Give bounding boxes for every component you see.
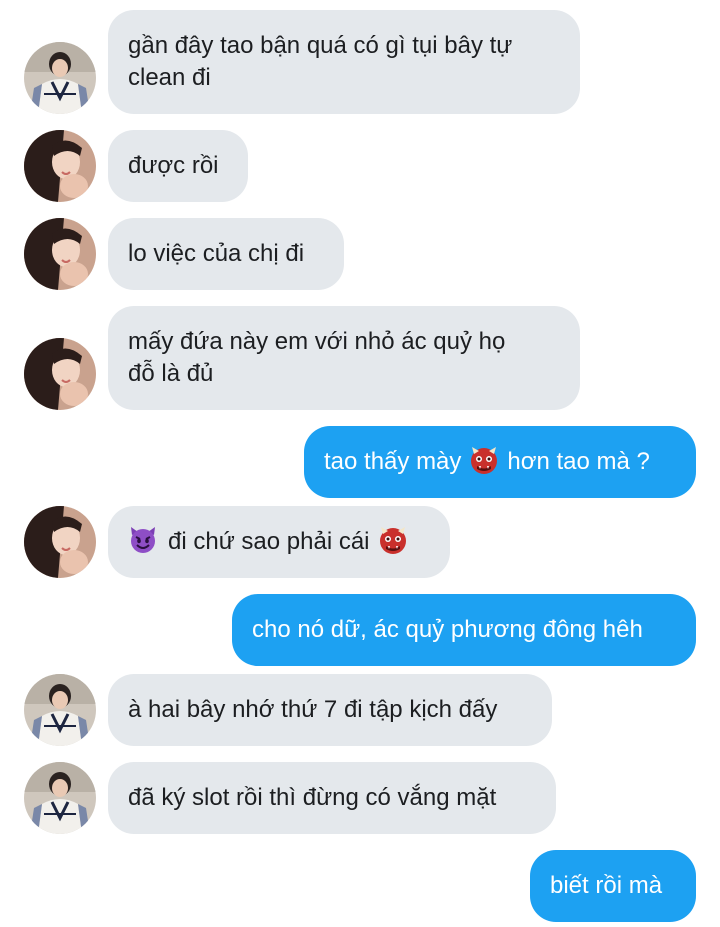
avatar[interactable] [24, 762, 96, 834]
message-bubble-incoming[interactable]: à hai bây nhớ thứ 7 đi tập kịch đấy [108, 674, 552, 746]
message-text: biết rồi mà [550, 872, 663, 899]
avatar[interactable] [24, 506, 96, 578]
message-text: đã ký slot rồi thì đừng có vắng mặt [128, 784, 497, 811]
avatar-selfie-icon [24, 506, 96, 578]
message-bubble-incoming[interactable]: lo việc của chị đi [108, 218, 344, 290]
message-bubble-outgoing[interactable]: cho nó dữ, ác quỷ phương đông hêh [232, 594, 696, 666]
avatar-sweater-icon [24, 674, 96, 746]
avatar-sweater-icon [24, 42, 96, 114]
message-bubble-incoming[interactable]: đã ký slot rồi thì đừng có vắng mặt [108, 762, 556, 834]
avatar[interactable] [24, 674, 96, 746]
message-text: tao thấy mày [324, 448, 462, 475]
smiling-imp-emoji-icon [128, 525, 158, 555]
ogre-emoji-icon [378, 525, 408, 555]
message-bubble-incoming[interactable]: mấy đứa này em với nhỏ ác quỷ họ đỗ là đ… [108, 306, 580, 410]
message-bubble-incoming[interactable]: gần đây tao bận quá có gì tụi bây tự cle… [108, 10, 580, 114]
avatar-selfie-icon [24, 218, 96, 290]
avatar-selfie-icon [24, 130, 96, 202]
avatar-sweater-icon [24, 762, 96, 834]
message-row: gần đây tao bận quá có gì tụi bây tự cle… [0, 0, 720, 120]
message-text: à hai bây nhớ thứ 7 đi tập kịch đấy [128, 696, 498, 723]
ogre-emoji-icon [469, 445, 499, 475]
message-text: được rồi [128, 152, 219, 179]
message-bubble-outgoing[interactable]: biết rồi mà [530, 850, 696, 922]
message-text: mấy đứa này em với nhỏ ác quỷ họ đỗ là đ… [128, 328, 506, 387]
avatar[interactable] [24, 338, 96, 410]
message-bubble-incoming[interactable]: được rồi [108, 130, 248, 202]
avatar-selfie-icon [24, 338, 96, 410]
avatar[interactable] [24, 218, 96, 290]
message-text: gần đây tao bận quá có gì tụi bây tự cle… [128, 32, 513, 91]
message-text: lo việc của chị đi [128, 240, 305, 267]
message-text: đi chứ sao phải cái [168, 528, 370, 555]
message-text: hơn tao mà ? [507, 448, 650, 475]
message-bubble-incoming[interactable]: đi chứ sao phải cái [108, 506, 450, 578]
avatar[interactable] [24, 130, 96, 202]
message-bubble-outgoing[interactable]: tao thấy mày hơn tao mà ? [304, 426, 696, 498]
message-text: cho nó dữ, ác quỷ phương đông hêh [252, 616, 643, 643]
avatar[interactable] [24, 42, 96, 114]
